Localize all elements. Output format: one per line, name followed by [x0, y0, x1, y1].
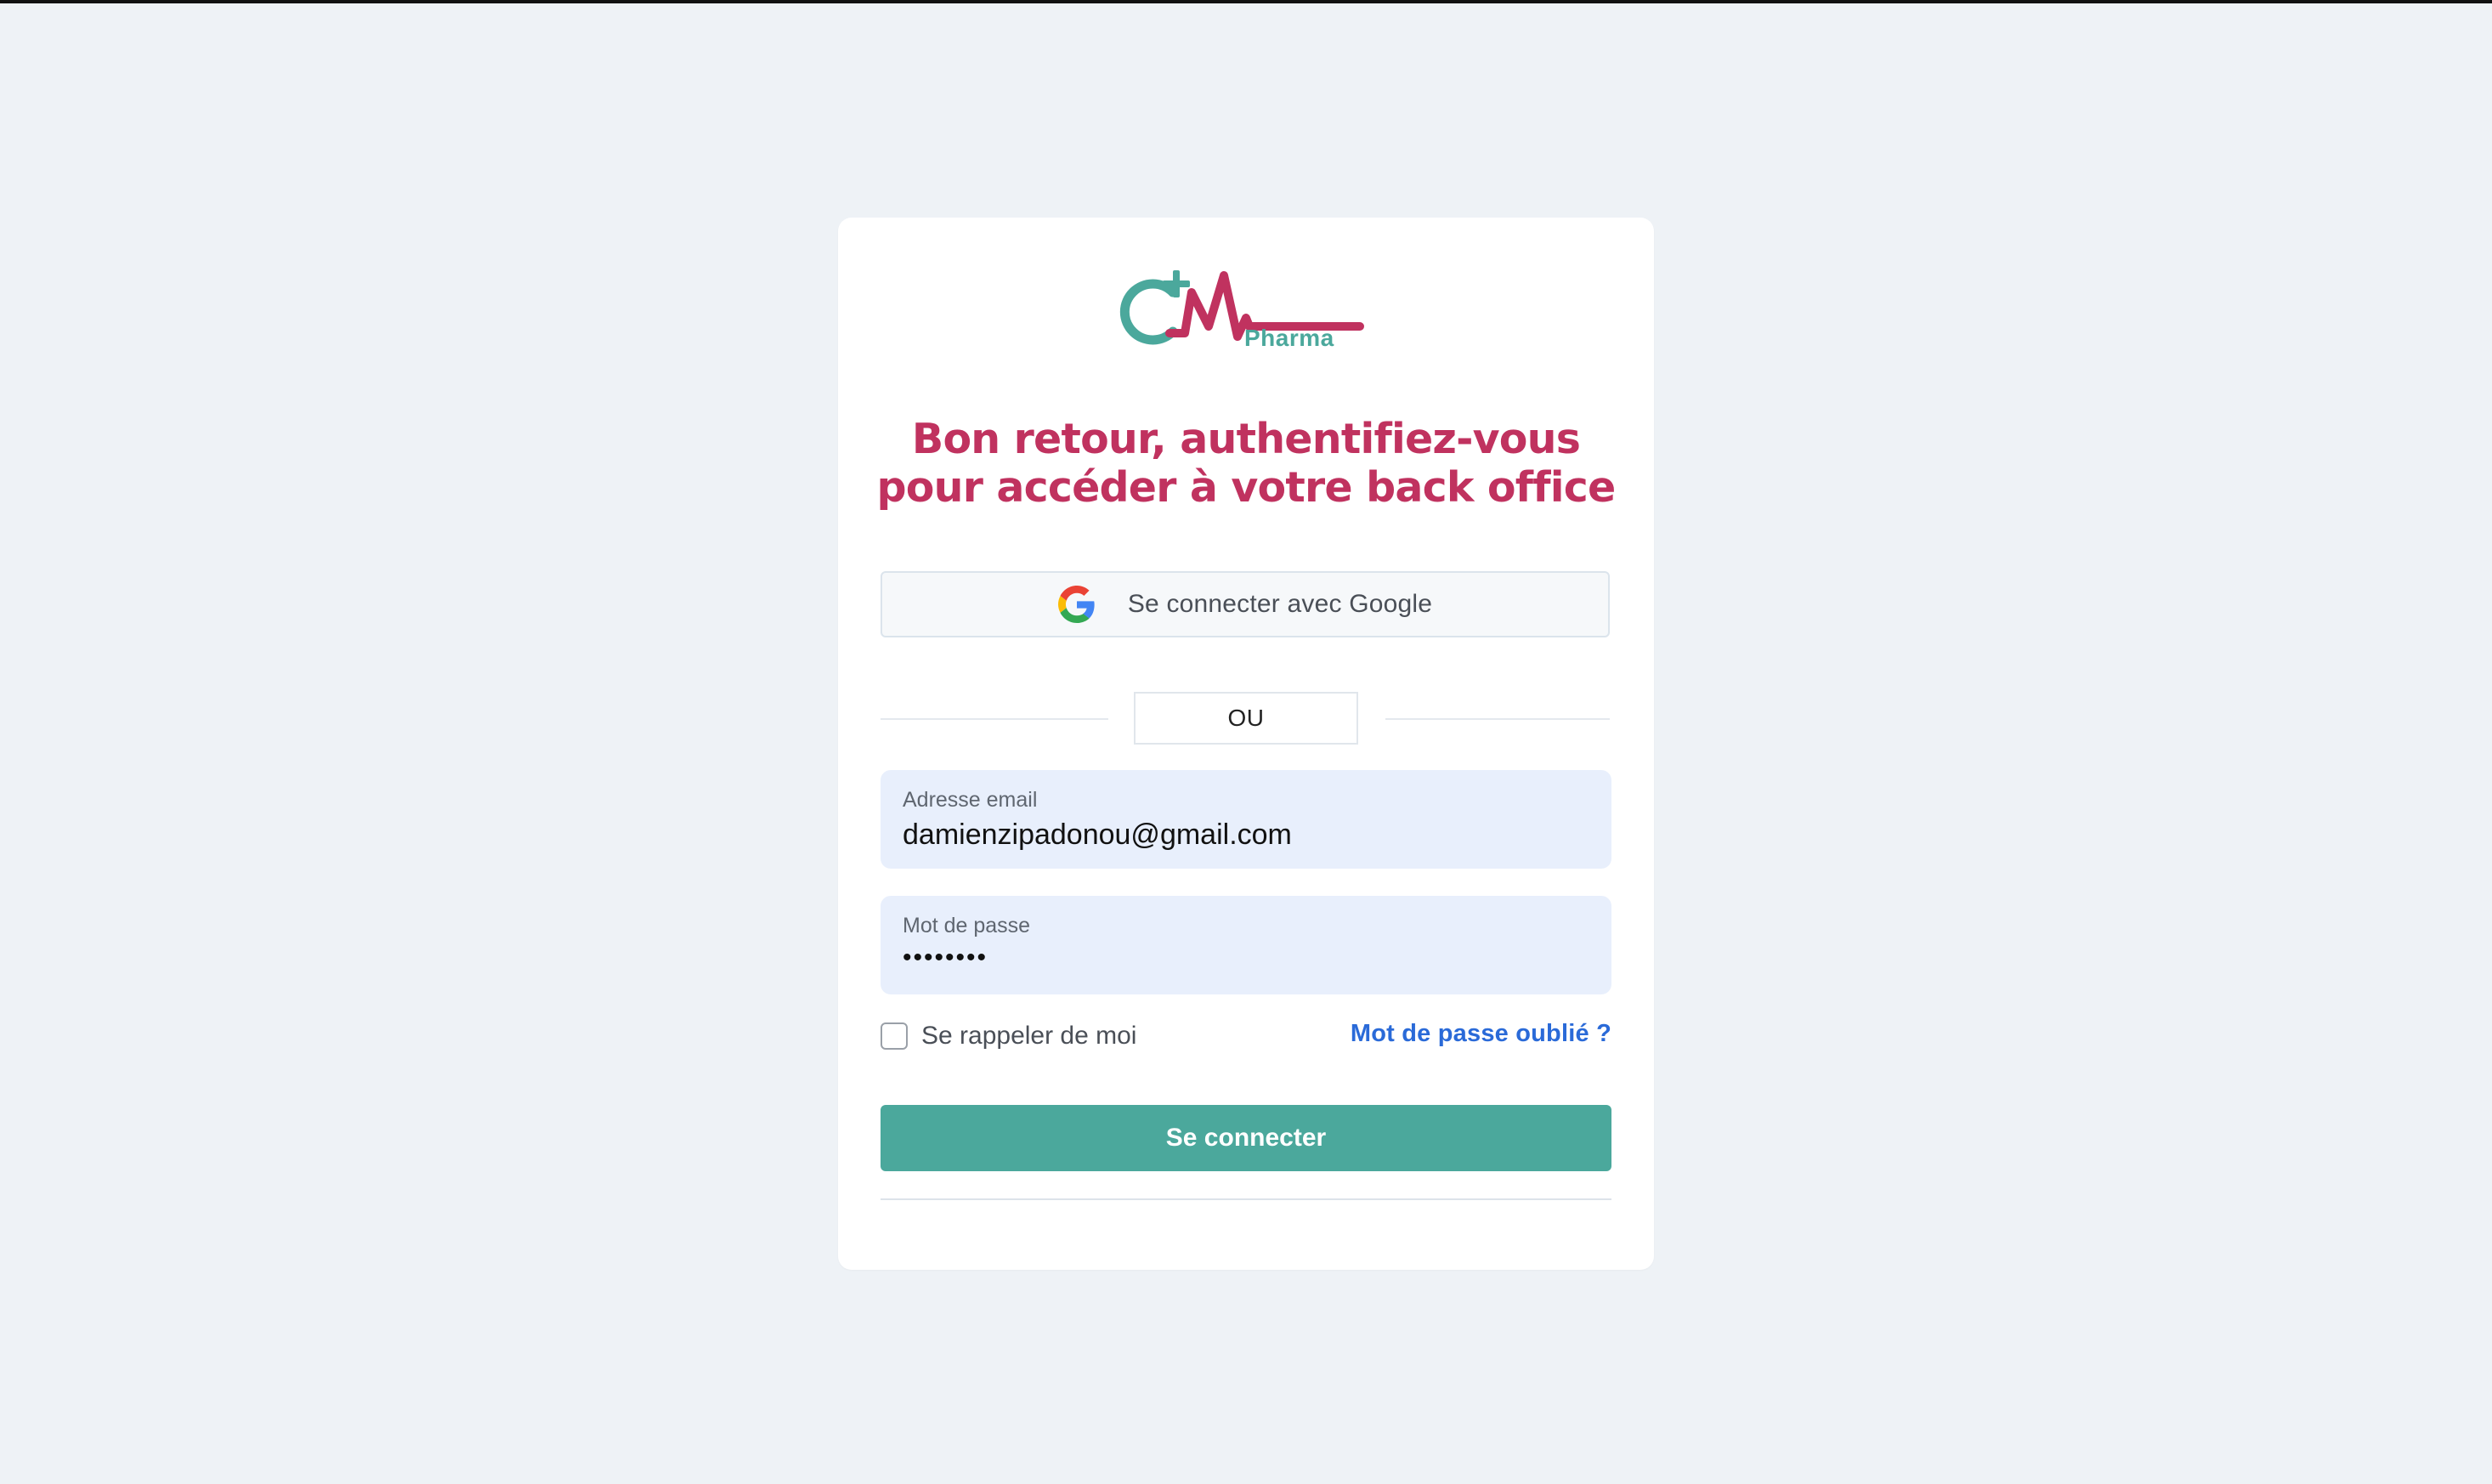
email-input[interactable] — [903, 818, 1589, 852]
submit-button[interactable]: Se connecter — [881, 1105, 1611, 1171]
password-field[interactable]: Mot de passe •••••••• — [881, 896, 1611, 994]
email-field-label: Adresse email — [903, 788, 1038, 812]
remember-me-label[interactable]: Se rappeler de moi — [921, 1022, 1136, 1051]
password-input[interactable]: •••••••• — [903, 943, 1589, 977]
google-signin-button[interactable]: Se connecter avec Google — [881, 571, 1610, 637]
bottom-divider — [881, 1198, 1611, 1200]
email-field[interactable]: Adresse email — [881, 770, 1611, 869]
google-signin-label: Se connecter avec Google — [1127, 590, 1433, 618]
forgot-password-link[interactable]: Mot de passe oublié ? — [1351, 1020, 1611, 1048]
top-rule — [0, 0, 2492, 3]
divider-line-right — [1385, 718, 1610, 720]
or-separator: OU — [1134, 692, 1358, 745]
google-icon — [1057, 586, 1095, 623]
divider-line-left — [881, 718, 1108, 720]
logo-wordmark: Pharma — [1244, 325, 1334, 351]
remember-me[interactable]: Se rappeler de moi — [881, 1022, 1136, 1051]
login-card: Pharma Bon retour, authentifiez-vous pou… — [838, 218, 1654, 1270]
remember-me-checkbox[interactable] — [881, 1022, 908, 1050]
or-separator-label: OU — [1227, 705, 1265, 731]
page-title: Bon retour, authentifiez-vous pour accéd… — [876, 415, 1617, 512]
password-field-label: Mot de passe — [903, 914, 1031, 937]
brand-logo: Pharma — [1113, 258, 1368, 352]
